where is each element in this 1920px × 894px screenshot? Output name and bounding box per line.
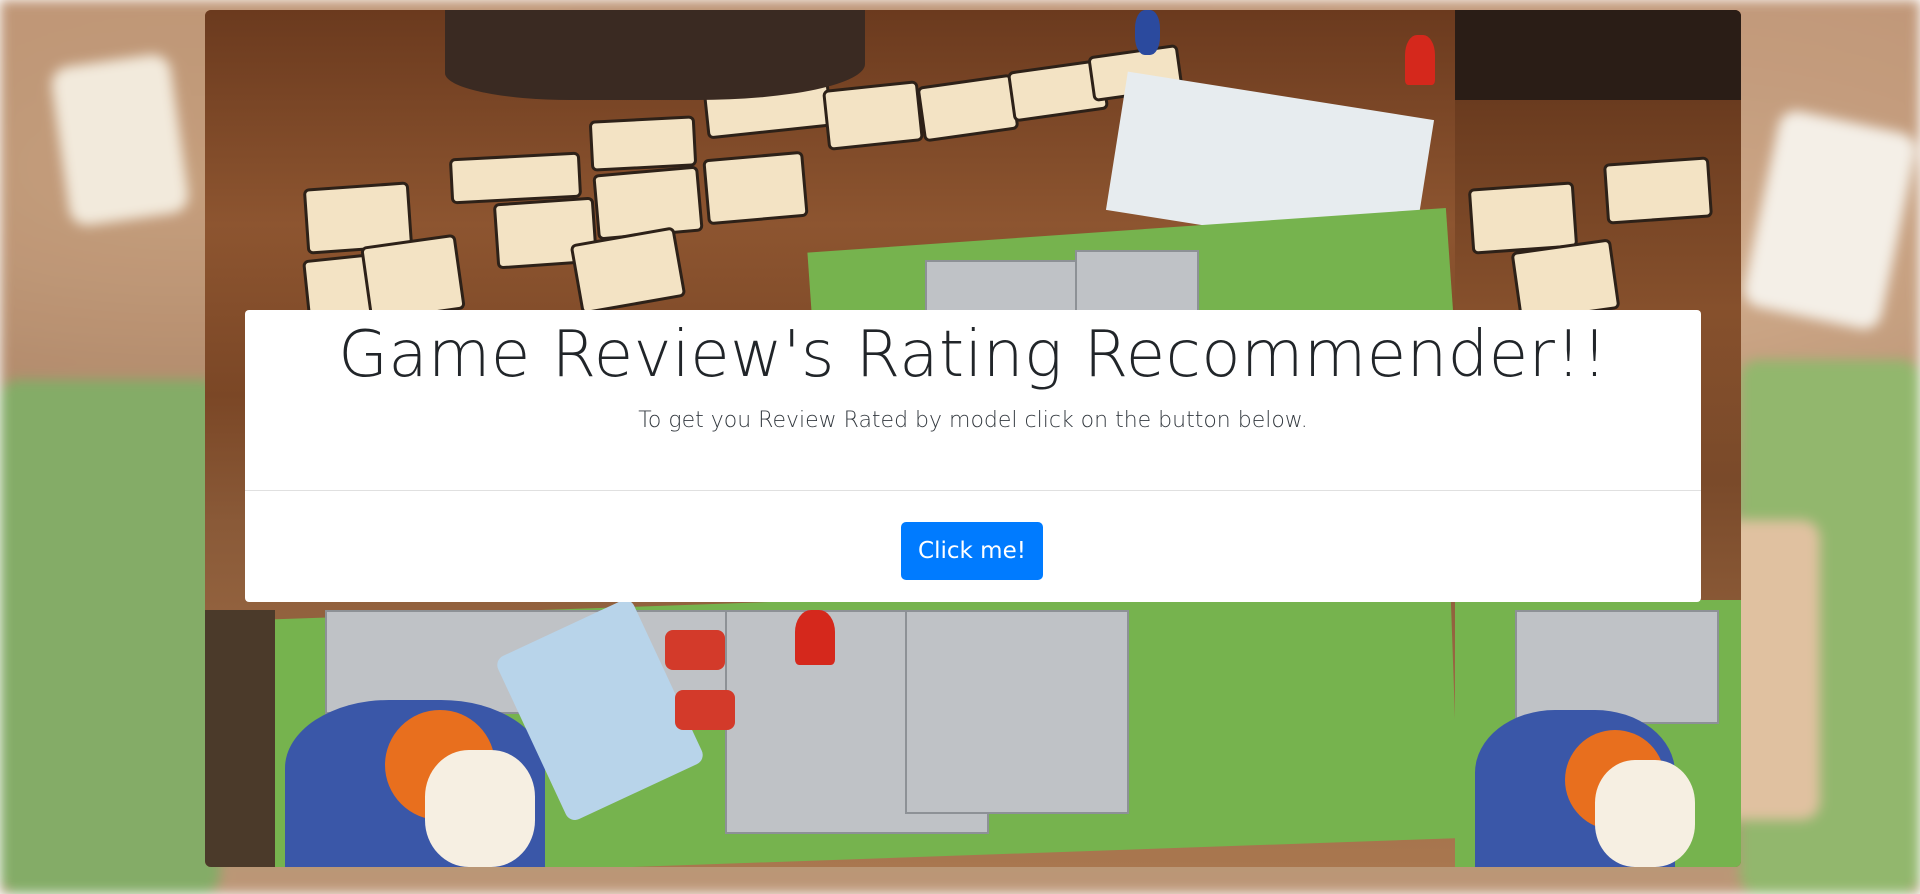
board-tile — [1515, 610, 1719, 724]
game-card — [702, 150, 809, 226]
game-card — [448, 151, 583, 205]
player-hands — [1455, 10, 1741, 100]
click-me-button[interactable]: Click me! — [901, 522, 1043, 580]
game-card — [1467, 181, 1579, 255]
character-face — [425, 750, 535, 867]
board-tile — [1075, 250, 1199, 314]
page-subtitle: To get you Review Rated by model click o… — [638, 408, 1308, 433]
red-game-piece — [795, 610, 835, 665]
board-tile — [905, 610, 1129, 814]
red-marker — [665, 630, 725, 670]
page-title: Game Review's Rating Recommender!! — [338, 318, 1608, 392]
character-face — [1595, 760, 1695, 867]
game-card — [588, 115, 698, 172]
player-hands — [445, 10, 865, 100]
game-card — [592, 165, 704, 241]
game-card — [1603, 156, 1713, 225]
red-game-piece — [1405, 35, 1435, 85]
red-marker — [675, 690, 735, 730]
blue-game-piece — [1135, 10, 1160, 55]
game-card — [822, 80, 924, 151]
hero-panel: Game Review's Rating Recommender!! To ge… — [245, 310, 1701, 602]
board-box-side — [205, 610, 275, 867]
game-card — [916, 73, 1020, 143]
divider — [245, 490, 1701, 491]
